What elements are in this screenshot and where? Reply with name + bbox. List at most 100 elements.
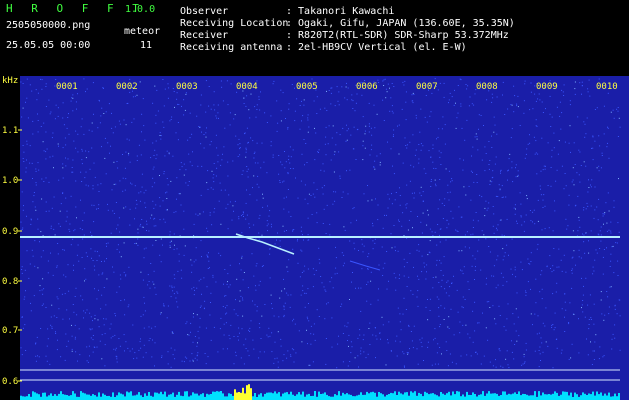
noise-pixel bbox=[113, 348, 115, 350]
baseline-bar bbox=[68, 395, 70, 400]
noise-pixel bbox=[455, 102, 456, 104]
noise-pixel bbox=[552, 293, 554, 295]
noise-pixel bbox=[145, 352, 147, 354]
noise-pixel bbox=[444, 124, 446, 126]
baseline-bar bbox=[508, 393, 510, 400]
noise-pixel bbox=[517, 175, 519, 177]
baseline-bar bbox=[606, 395, 608, 400]
noise-pixel bbox=[568, 322, 570, 323]
noise-pixel bbox=[474, 136, 476, 138]
noise-pixel bbox=[335, 246, 336, 248]
noise-pixel bbox=[287, 172, 289, 174]
noise-pixel bbox=[143, 192, 145, 194]
noise-pixel bbox=[37, 355, 38, 357]
noise-pixel bbox=[581, 93, 582, 95]
noise-pixel bbox=[312, 193, 314, 195]
noise-pixel bbox=[111, 127, 113, 129]
noise-pixel bbox=[115, 315, 116, 317]
noise-pixel bbox=[165, 209, 167, 211]
noise-pixel bbox=[412, 102, 414, 104]
noise-pixel bbox=[21, 191, 23, 193]
noise-pixel bbox=[548, 227, 550, 229]
baseline-bar bbox=[504, 391, 506, 400]
baseline-bar bbox=[248, 384, 250, 400]
noise-pixel bbox=[581, 307, 582, 309]
noise-pixel bbox=[312, 361, 314, 363]
noise-pixel bbox=[619, 299, 621, 301]
noise-pixel bbox=[177, 139, 179, 141]
noise-pixel bbox=[106, 278, 108, 280]
noise-pixel bbox=[256, 199, 258, 201]
noise-pixel bbox=[588, 324, 590, 325]
noise-pixel bbox=[550, 126, 552, 127]
noise-pixel bbox=[422, 191, 424, 193]
noise-pixel bbox=[141, 219, 143, 220]
baseline-bar bbox=[518, 391, 520, 400]
noise-pixel bbox=[560, 259, 562, 261]
noise-pixel bbox=[62, 147, 64, 149]
noise-pixel bbox=[252, 339, 254, 341]
baseline-bar bbox=[126, 391, 128, 400]
noise-pixel bbox=[277, 366, 279, 368]
baseline-bar bbox=[148, 392, 150, 400]
noise-pixel bbox=[515, 167, 516, 169]
noise-pixel bbox=[346, 170, 347, 172]
noise-pixel bbox=[154, 149, 156, 151]
noise-pixel bbox=[25, 350, 27, 351]
noise-pixel bbox=[496, 229, 498, 231]
baseline-bar bbox=[474, 394, 476, 400]
noise-pixel bbox=[62, 117, 64, 119]
noise-pixel bbox=[541, 288, 543, 290]
noise-pixel bbox=[339, 177, 341, 179]
noise-pixel bbox=[207, 255, 209, 257]
noise-pixel bbox=[307, 203, 309, 205]
noise-pixel bbox=[117, 224, 119, 226]
noise-pixel bbox=[81, 163, 83, 165]
noise-pixel bbox=[313, 100, 315, 102]
noise-pixel bbox=[107, 203, 108, 205]
noise-pixel bbox=[315, 269, 317, 271]
noise-pixel bbox=[554, 210, 556, 212]
baseline-bar bbox=[454, 394, 456, 400]
noise-pixel bbox=[58, 179, 60, 181]
noise-pixel bbox=[144, 202, 146, 204]
noise-pixel bbox=[306, 316, 308, 318]
noise-pixel bbox=[396, 335, 398, 337]
noise-pixel bbox=[370, 271, 372, 273]
noise-pixel bbox=[417, 363, 419, 365]
noise-pixel bbox=[304, 265, 306, 267]
noise-pixel bbox=[75, 130, 77, 132]
noise-pixel bbox=[202, 211, 204, 213]
noise-pixel bbox=[217, 112, 219, 114]
noise-pixel bbox=[404, 137, 406, 139]
noise-pixel bbox=[90, 329, 92, 331]
noise-pixel bbox=[183, 99, 185, 101]
baseline-bar bbox=[288, 394, 290, 400]
noise-pixel bbox=[283, 208, 285, 210]
noise-pixel bbox=[43, 288, 45, 290]
noise-pixel bbox=[374, 238, 376, 240]
noise-pixel bbox=[529, 134, 530, 136]
noise-pixel bbox=[564, 331, 566, 332]
baseline-bar bbox=[322, 393, 324, 400]
noise-pixel bbox=[437, 208, 439, 210]
noise-pixel bbox=[264, 304, 266, 305]
noise-pixel bbox=[209, 267, 210, 269]
noise-pixel bbox=[474, 269, 476, 271]
noise-pixel bbox=[405, 204, 407, 206]
noise-pixel bbox=[525, 214, 527, 216]
noise-pixel bbox=[542, 207, 544, 208]
noise-pixel bbox=[144, 310, 146, 312]
noise-pixel bbox=[427, 299, 428, 300]
noise-pixel bbox=[355, 102, 357, 104]
noise-pixel bbox=[93, 221, 95, 223]
noise-pixel bbox=[295, 177, 296, 179]
noise-pixel bbox=[57, 339, 58, 341]
noise-pixel bbox=[379, 153, 381, 155]
noise-pixel bbox=[39, 241, 40, 243]
noise-pixel bbox=[193, 261, 195, 263]
noise-pixel bbox=[493, 131, 495, 133]
noise-pixel bbox=[73, 264, 74, 266]
noise-pixel bbox=[600, 240, 602, 242]
noise-pixel bbox=[332, 125, 334, 127]
